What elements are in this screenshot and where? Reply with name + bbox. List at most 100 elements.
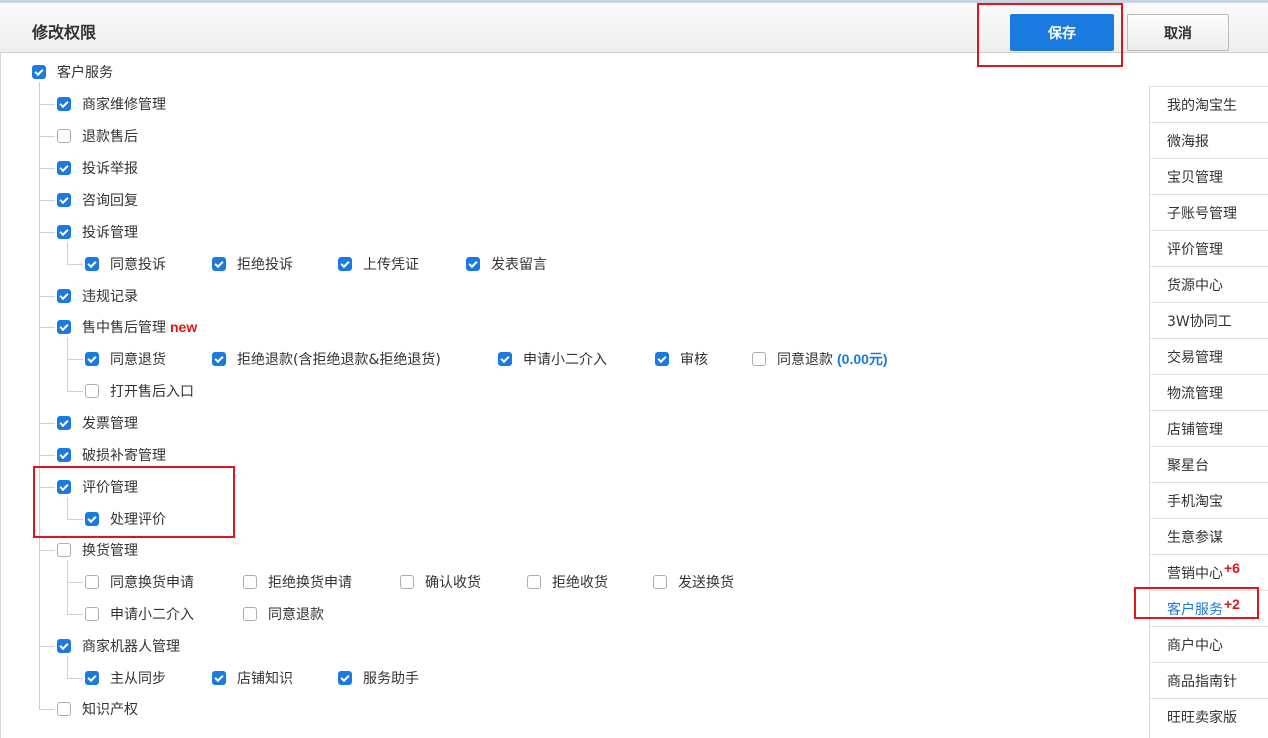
sidebar-item[interactable]: 手机淘宝 [1150,482,1268,518]
checkbox[interactable] [212,257,226,271]
sidebar-item[interactable]: 我的淘宝生 [1150,86,1268,122]
checkbox[interactable] [57,97,71,111]
sidebar-item-label: 生意参谋 [1167,529,1223,546]
tree-subnode[interactable]: 同意换货申请 [85,572,194,592]
checkbox[interactable] [57,193,71,207]
sidebar-item[interactable]: 旺旺卖家版 [1150,698,1268,734]
cancel-button[interactable]: 取消 [1127,14,1229,51]
tree-subnode[interactable]: 同意退货 [85,349,166,369]
tree-subnode[interactable]: 拒绝收货 [527,572,608,592]
tree-node[interactable]: 商家维修管理 [57,94,166,114]
tree-subnode[interactable]: 发表留言 [466,254,547,274]
tree-subnode[interactable]: 同意投诉 [85,254,166,274]
tree-subnode[interactable]: 同意退款 [243,604,324,624]
tree-node[interactable]: 售中售后管理 new [57,317,197,337]
checkbox[interactable] [57,225,71,239]
checkbox[interactable] [212,352,226,366]
checkbox[interactable] [57,320,71,334]
checkbox[interactable] [243,607,257,621]
sidebar-item[interactable]: 3W协同工 [1150,302,1268,338]
tree-node[interactable]: 咨询回复 [57,190,138,210]
sidebar-item[interactable]: 店铺管理 [1150,410,1268,446]
checkbox[interactable] [85,352,99,366]
tree-subnode[interactable]: 同意退款 (0.00元) [752,349,888,369]
checkbox[interactable] [57,639,71,653]
tree-subnode[interactable]: 服务助手 [338,668,419,688]
node-label: 发送换货 [678,575,734,591]
tree-node[interactable]: 投诉举报 [57,158,138,178]
checkbox[interactable] [57,702,71,716]
node-label: 商家维修管理 [82,97,166,113]
checkbox[interactable] [498,352,512,366]
checkbox[interactable] [466,257,480,271]
checkbox[interactable] [85,607,99,621]
sidebar-item[interactable]: 物流管理 [1150,374,1268,410]
node-label: 退款售后 [82,129,138,145]
checkbox[interactable] [338,257,352,271]
tree-node-customer-service[interactable]: 客户服务 [32,62,113,82]
tree-subnode[interactable]: 申请小二介入 [85,604,194,624]
checkbox[interactable] [85,575,99,589]
checkbox[interactable] [57,129,71,143]
sidebar-item[interactable]: 生意参谋 [1150,518,1268,554]
checkbox[interactable] [338,671,352,685]
node-label: 确认收货 [425,575,481,591]
tree-subnode[interactable]: 发送换货 [653,572,734,592]
tree-subnode[interactable]: 拒绝换货申请 [243,572,352,592]
sidebar-item[interactable]: 货源中心 [1150,266,1268,302]
tree-node[interactable]: 退款售后 [57,126,138,146]
checkbox[interactable] [85,384,99,398]
checkbox[interactable] [655,352,669,366]
tree-node[interactable]: 破损补寄管理 [57,445,166,465]
node-label: 拒绝换货申请 [268,575,352,591]
tree-subnode[interactable]: 店铺知识 [212,668,293,688]
sidebar-item-label: 宝贝管理 [1167,169,1223,186]
sidebar-item[interactable]: 子账号管理 [1150,194,1268,230]
checkbox[interactable] [212,671,226,685]
node-label: 申请小二介入 [523,352,607,368]
checkbox[interactable] [57,448,71,462]
sidebar-item[interactable]: 微海报 [1150,122,1268,158]
tree-node[interactable]: 违规记录 [57,286,138,306]
checkbox[interactable] [400,575,414,589]
checkbox[interactable] [752,352,766,366]
tree-node[interactable]: 知识产权 [57,699,138,719]
sidebar-item[interactable]: 宝贝管理 [1150,158,1268,194]
node-label: 破损补寄管理 [82,448,166,464]
tree-subnode[interactable]: 上传凭证 [338,254,419,274]
tree-subnode[interactable]: 主从同步 [85,668,166,688]
tree-subnode[interactable]: 申请小二介入 [498,349,607,369]
checkbox[interactable] [57,289,71,303]
sidebar-item[interactable]: 聚星台 [1150,446,1268,482]
tree-node[interactable]: 商家机器人管理 [57,636,180,656]
node-label: 售中售后管理 [82,320,166,336]
checkbox[interactable] [57,161,71,175]
checkbox[interactable] [243,575,257,589]
tree-node[interactable]: 投诉管理 [57,222,138,242]
sidebar-item[interactable]: 商品指南针 [1150,662,1268,698]
node-label: 商家机器人管理 [82,639,180,655]
sidebar-item[interactable]: 交易管理 [1150,338,1268,374]
checkbox[interactable] [57,416,71,430]
sidebar-item-label: 3W协同工 [1167,313,1232,330]
tree-node[interactable]: 换货管理 [57,540,138,560]
tree-subnode[interactable]: 审核 [655,349,708,369]
sidebar-item[interactable]: 营销中心 +6 [1150,554,1268,590]
checkbox[interactable] [85,671,99,685]
checkbox[interactable] [57,543,71,557]
checkbox[interactable] [85,257,99,271]
sidebar-item[interactable]: 评价管理 [1150,230,1268,266]
tree-subnode[interactable]: 拒绝退款(含拒绝退款&拒绝退货) [212,349,441,369]
tree-node[interactable]: 发票管理 [57,413,138,433]
sidebar-item[interactable]: 商户中心 [1150,626,1268,662]
checkbox[interactable] [653,575,667,589]
node-label: 投诉举报 [82,161,138,177]
highlight-box-evaluation [33,466,235,538]
tree-subnode[interactable]: 打开售后入口 [85,381,194,401]
node-label: 换货管理 [82,543,138,559]
tree-subnode[interactable]: 拒绝投诉 [212,254,293,274]
tree-subnode[interactable]: 确认收货 [400,572,481,592]
checkbox[interactable] [527,575,541,589]
sidebar-item-label: 商户中心 [1167,637,1223,654]
checkbox[interactable] [32,65,46,79]
